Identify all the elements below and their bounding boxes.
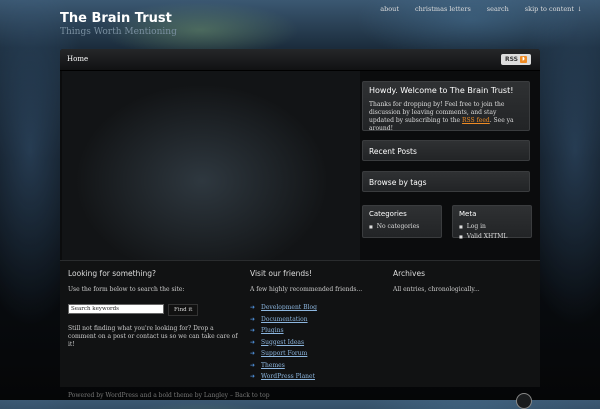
nav-search[interactable]: search: [479, 5, 517, 13]
friend-link-development-blog[interactable]: Development Blog: [261, 304, 317, 311]
friend-link-item: ➜ Support Forum: [250, 350, 380, 357]
site-title[interactable]: The Brain Trust: [60, 11, 172, 26]
meta-widget: Meta Log in Valid XHTML: [452, 205, 532, 240]
arrow-right-icon: ➜: [250, 338, 256, 346]
category-item: No categories: [369, 223, 435, 230]
friend-link-themes[interactable]: Themes: [261, 362, 285, 369]
friend-link-item: ➜ Suggest Ideas: [250, 339, 380, 346]
arrow-right-icon: ➜: [250, 361, 256, 369]
friend-link-item: ➜ Themes: [250, 362, 380, 369]
search-column: Looking for something? Use the form belo…: [68, 269, 238, 359]
browse-tags-tab[interactable]: Browse by tags: [362, 171, 530, 192]
friend-link-item: ➜ Development Blog: [250, 304, 380, 311]
friend-link-wordpress-planet[interactable]: WordPress Planet: [261, 373, 315, 380]
archives-heading: Archives: [393, 269, 425, 278]
archives-intro: All entries, chronologically...: [393, 286, 480, 293]
arrow-right-icon: ➜: [250, 315, 256, 323]
categories-title: Categories: [369, 210, 407, 218]
nav-home[interactable]: Home: [67, 55, 88, 63]
skip-label: skip to content: [524, 5, 574, 13]
nav-christmas-letters[interactable]: christmas letters: [407, 5, 479, 13]
friend-link-plugins[interactable]: Plugins: [261, 327, 284, 334]
friend-link-documentation[interactable]: Documentation: [261, 316, 308, 323]
footer-widgets: Looking for something? Use the form belo…: [60, 260, 540, 387]
main-navbar: Home RSS ◗: [60, 49, 540, 71]
friends-intro: A few highly recommended friends...: [250, 286, 363, 293]
search-input[interactable]: Search keywords: [68, 304, 164, 314]
main-container: Home RSS ◗ Howdy. Welcome to The Brain T…: [60, 49, 540, 387]
rss-icon: ◗: [520, 56, 527, 63]
wordpress-icon[interactable]: [516, 393, 532, 409]
categories-widget: Categories No categories: [362, 205, 442, 238]
arrow-right-icon: ➜: [250, 304, 256, 311]
welcome-title: Howdy. Welcome to The Brain Trust!: [369, 86, 514, 95]
arrow-right-icon: ➜: [250, 350, 256, 357]
arrow-right-icon: ➜: [250, 327, 256, 334]
friend-link-item: ➜ Plugins: [250, 327, 380, 334]
meta-title: Meta: [459, 210, 477, 218]
friends-heading: Visit our friends!: [250, 269, 313, 278]
recent-posts-tab[interactable]: Recent Posts: [362, 140, 530, 161]
welcome-text: Thanks for dropping by! Feel free to joi…: [369, 101, 523, 133]
welcome-box: Howdy. Welcome to The Brain Trust! Thank…: [362, 81, 530, 133]
rss-feed-link[interactable]: RSS feed: [462, 117, 490, 124]
friends-column: Visit our friends! A few highly recommen…: [250, 269, 380, 385]
friend-link-item: ➜ WordPress Planet: [250, 373, 380, 380]
archives-column: Archives All entries, chronologically...: [393, 269, 533, 304]
meta-log-in[interactable]: Log in: [459, 223, 525, 230]
friend-link-support-forum[interactable]: Support Forum: [261, 350, 307, 357]
down-arrow-icon: ↓: [576, 6, 582, 13]
rss-button[interactable]: RSS ◗: [501, 54, 531, 65]
friend-link-suggest-ideas[interactable]: Suggest Ideas: [261, 339, 304, 346]
top-navigation: about christmas letters search skip to c…: [372, 5, 590, 13]
search-heading: Looking for something?: [68, 269, 156, 278]
friend-link-item: ➜ Documentation: [250, 316, 380, 323]
nav-about[interactable]: about: [372, 5, 407, 13]
meta-valid-xhtml[interactable]: Valid XHTML: [459, 233, 525, 240]
site-tagline: Things Worth Mentioning: [60, 27, 177, 37]
find-it-button[interactable]: Find it: [168, 304, 199, 316]
bottom-credits: Powered by WordPress and a bold theme by…: [68, 392, 270, 399]
rss-label: RSS: [505, 56, 518, 63]
nav-skip-to-content[interactable]: skip to content ↓: [517, 5, 590, 13]
arrow-right-icon: ➜: [250, 373, 256, 380]
search-outro: Still not finding what you're looking fo…: [68, 325, 238, 348]
search-intro: Use the form below to search the site:: [68, 286, 185, 293]
